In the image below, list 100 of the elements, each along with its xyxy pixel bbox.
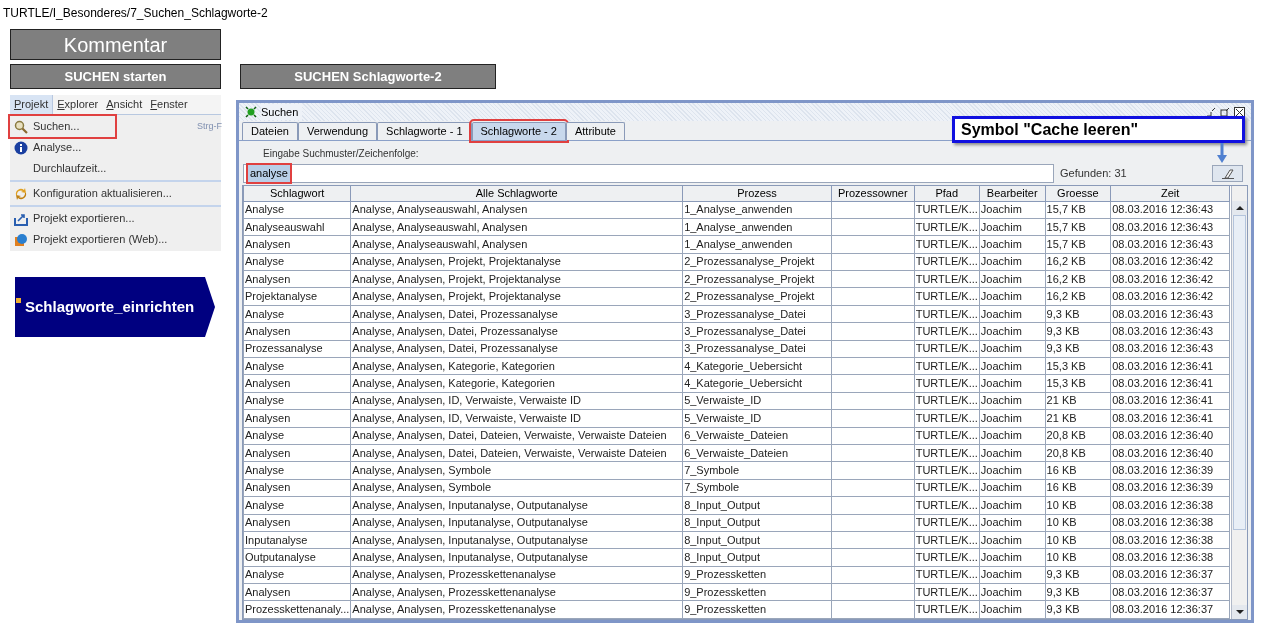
- path-cell: TURTLE/K...: [915, 498, 978, 511]
- keyword-cell: Outputanalyse: [245, 551, 316, 563]
- path-cell: TURTLE/K...: [915, 255, 978, 268]
- keywords-cell: Analyse, Analysen, ID, Verwaiste, Verwaiste ID: [352, 394, 582, 407]
- column-header[interactable]: Zeit: [1110, 186, 1230, 201]
- editor-cell: Joachim: [980, 585, 1022, 598]
- size-cell: 16,2 KB: [1046, 272, 1086, 285]
- globe-icon: [14, 232, 28, 247]
- search-field[interactable]: analyse: [243, 164, 1054, 183]
- editor-cell: Joachim: [980, 377, 1022, 390]
- menu-item[interactable]: Projekt exportieren...: [10, 208, 221, 229]
- keywords-cell: Analyse, Analysen, Inputanalyse, Outputanalyse: [352, 551, 588, 563]
- menu-item[interactable]: Projekt exportieren (Web)...: [10, 229, 221, 250]
- tab[interactable]: Schlagworte - 2: [471, 122, 566, 140]
- tab[interactable]: Verwendung: [297, 122, 378, 140]
- column-header[interactable]: Bearbeiter: [979, 186, 1046, 201]
- menu-bar-item[interactable]: Fenster: [146, 95, 192, 114]
- time-cell: 08.03.2016 12:36:43: [1112, 307, 1214, 320]
- size-cell: 15,3 KB: [1046, 359, 1086, 372]
- keyword-cell: Analysen: [245, 324, 291, 337]
- process-cell: 8_Input_Output: [684, 516, 760, 529]
- column-header[interactable]: Prozess: [682, 186, 832, 201]
- callout-text: Symbol "Cache leeren": [961, 119, 1138, 140]
- time-cell: 08.03.2016 12:36:41: [1112, 377, 1214, 390]
- tab[interactable]: Schlagworte - 1: [377, 122, 472, 140]
- keywords-cell: Analyse, Analyseauswahl, Analysen: [352, 237, 528, 250]
- keywords-cell: Analyse, Analysen, ID, Verwaiste, Verwaiste ID: [352, 411, 582, 424]
- editor-cell: Joachim: [980, 220, 1022, 233]
- process-cell: 2_Prozessanalyse_Projekt: [684, 255, 815, 268]
- size-cell: 16,2 KB: [1046, 290, 1086, 303]
- process-cell: 1_Analyse_anwenden: [684, 237, 793, 250]
- editor-cell: Joachim: [980, 516, 1022, 529]
- keyword-cell: Analyse: [245, 307, 285, 320]
- process-cell: 9_Prozessketten: [684, 603, 767, 616]
- search-icon: [14, 119, 28, 134]
- size-cell: 16 KB: [1046, 464, 1077, 477]
- time-cell: 08.03.2016 12:36:38: [1112, 533, 1214, 546]
- time-cell: 08.03.2016 12:36:39: [1112, 481, 1214, 494]
- minimize-icon[interactable]: [1206, 107, 1216, 117]
- keywords-cell: Analyse, Analysen, Datei, Dateien, Verwaiste, Verwaiste Dateien: [352, 429, 667, 442]
- editor-cell: Joachim: [980, 290, 1022, 303]
- editor-cell: Joachim: [980, 342, 1022, 355]
- menu-item[interactable]: Durchlaufzeit...: [10, 158, 221, 179]
- menu-item[interactable]: Analyse...: [10, 137, 221, 158]
- keywords-cell: Analyse, Analysen, Projekt, Projektanalyse: [352, 272, 561, 285]
- size-cell: 9,3 KB: [1046, 568, 1080, 581]
- path-cell: TURTLE/K...: [915, 394, 978, 407]
- clear-cache-button[interactable]: [1212, 165, 1243, 182]
- keyword-cell: Prozessanalyse: [245, 342, 323, 355]
- editor-cell: Joachim: [980, 551, 1022, 563]
- column-header[interactable]: Alle Schlagworte: [350, 186, 683, 201]
- menu-item[interactable]: Konfiguration aktualisieren...: [10, 183, 221, 204]
- size-cell: 15,3 KB: [1046, 377, 1086, 390]
- editor-cell: Joachim: [980, 394, 1022, 407]
- process-cell: 2_Prozessanalyse_Projekt: [684, 290, 815, 303]
- column-header[interactable]: Pfad: [914, 186, 980, 201]
- keyword-cell: Analyse: [245, 568, 285, 581]
- time-cell: 08.03.2016 12:36:37: [1112, 603, 1214, 616]
- keyword-cell: Analysen: [245, 446, 291, 459]
- process-cell: 4_Kategorie_Uebersicht: [684, 377, 803, 390]
- keywords-cell: Analyse, Analysen, Symbole: [352, 464, 492, 477]
- menu-bar-item[interactable]: Explorer: [53, 95, 103, 114]
- scrollbar[interactable]: [1231, 186, 1247, 619]
- path-cell: TURTLE/K...: [915, 359, 978, 372]
- keyword-cell: Analysen: [245, 516, 291, 529]
- path-cell: TURTLE/K...: [915, 516, 978, 529]
- comment-box: Kommentar: [10, 29, 221, 60]
- time-cell: 08.03.2016 12:36:37: [1112, 568, 1214, 581]
- keywords-cell: Analyse, Analysen, Inputanalyse, Outputanalyse: [352, 498, 588, 511]
- path-cell: TURTLE/K...: [915, 342, 978, 355]
- keywords-cell: Analyse, Analysen, Projekt, Projektanalyse: [352, 290, 561, 303]
- column-header[interactable]: Schlagwort: [243, 186, 351, 201]
- keyword-cell: Analysen: [245, 585, 291, 598]
- size-cell: 15,7 KB: [1046, 237, 1086, 250]
- keywords-cell: Analyse, Analysen, Symbole: [352, 481, 492, 494]
- column-header[interactable]: Prozessowner: [831, 186, 915, 201]
- keywords-cell: Analyse, Analyseauswahl, Analysen: [352, 203, 528, 216]
- size-cell: 10 KB: [1046, 498, 1077, 511]
- keywords-cell: Analyse, Analysen, Prozesskettenanalyse: [352, 585, 556, 598]
- refresh-icon: [14, 186, 28, 201]
- keywords-cell: Analyse, Analysen, Prozesskettenanalyse: [352, 568, 556, 581]
- size-cell: 10 KB: [1046, 533, 1077, 546]
- maximize-icon[interactable]: [1220, 107, 1230, 117]
- path-cell: TURTLE/K...: [915, 603, 978, 616]
- process-cell: 8_Input_Output: [684, 551, 760, 563]
- size-cell: 20,8 KB: [1046, 429, 1086, 442]
- tab[interactable]: Dateien: [242, 122, 298, 140]
- time-cell: 08.03.2016 12:36:43: [1112, 220, 1214, 233]
- process-step-label: Schlagworte_einrichten: [25, 296, 195, 317]
- path-cell: TURTLE/K...: [915, 568, 978, 581]
- menu-bar-item[interactable]: Ansicht: [102, 95, 147, 114]
- column-header[interactable]: Groesse: [1045, 186, 1111, 201]
- editor-cell: Joachim: [980, 481, 1022, 494]
- process-cell: 8_Input_Output: [684, 533, 760, 546]
- tab[interactable]: Attribute: [565, 122, 625, 140]
- editor-cell: Joachim: [980, 411, 1022, 424]
- menu-bar-item[interactable]: Projekt: [10, 95, 54, 114]
- keyword-cell: Analyse: [245, 464, 285, 477]
- turtle-icon: [245, 106, 257, 118]
- path-cell: TURTLE/K...: [915, 272, 978, 285]
